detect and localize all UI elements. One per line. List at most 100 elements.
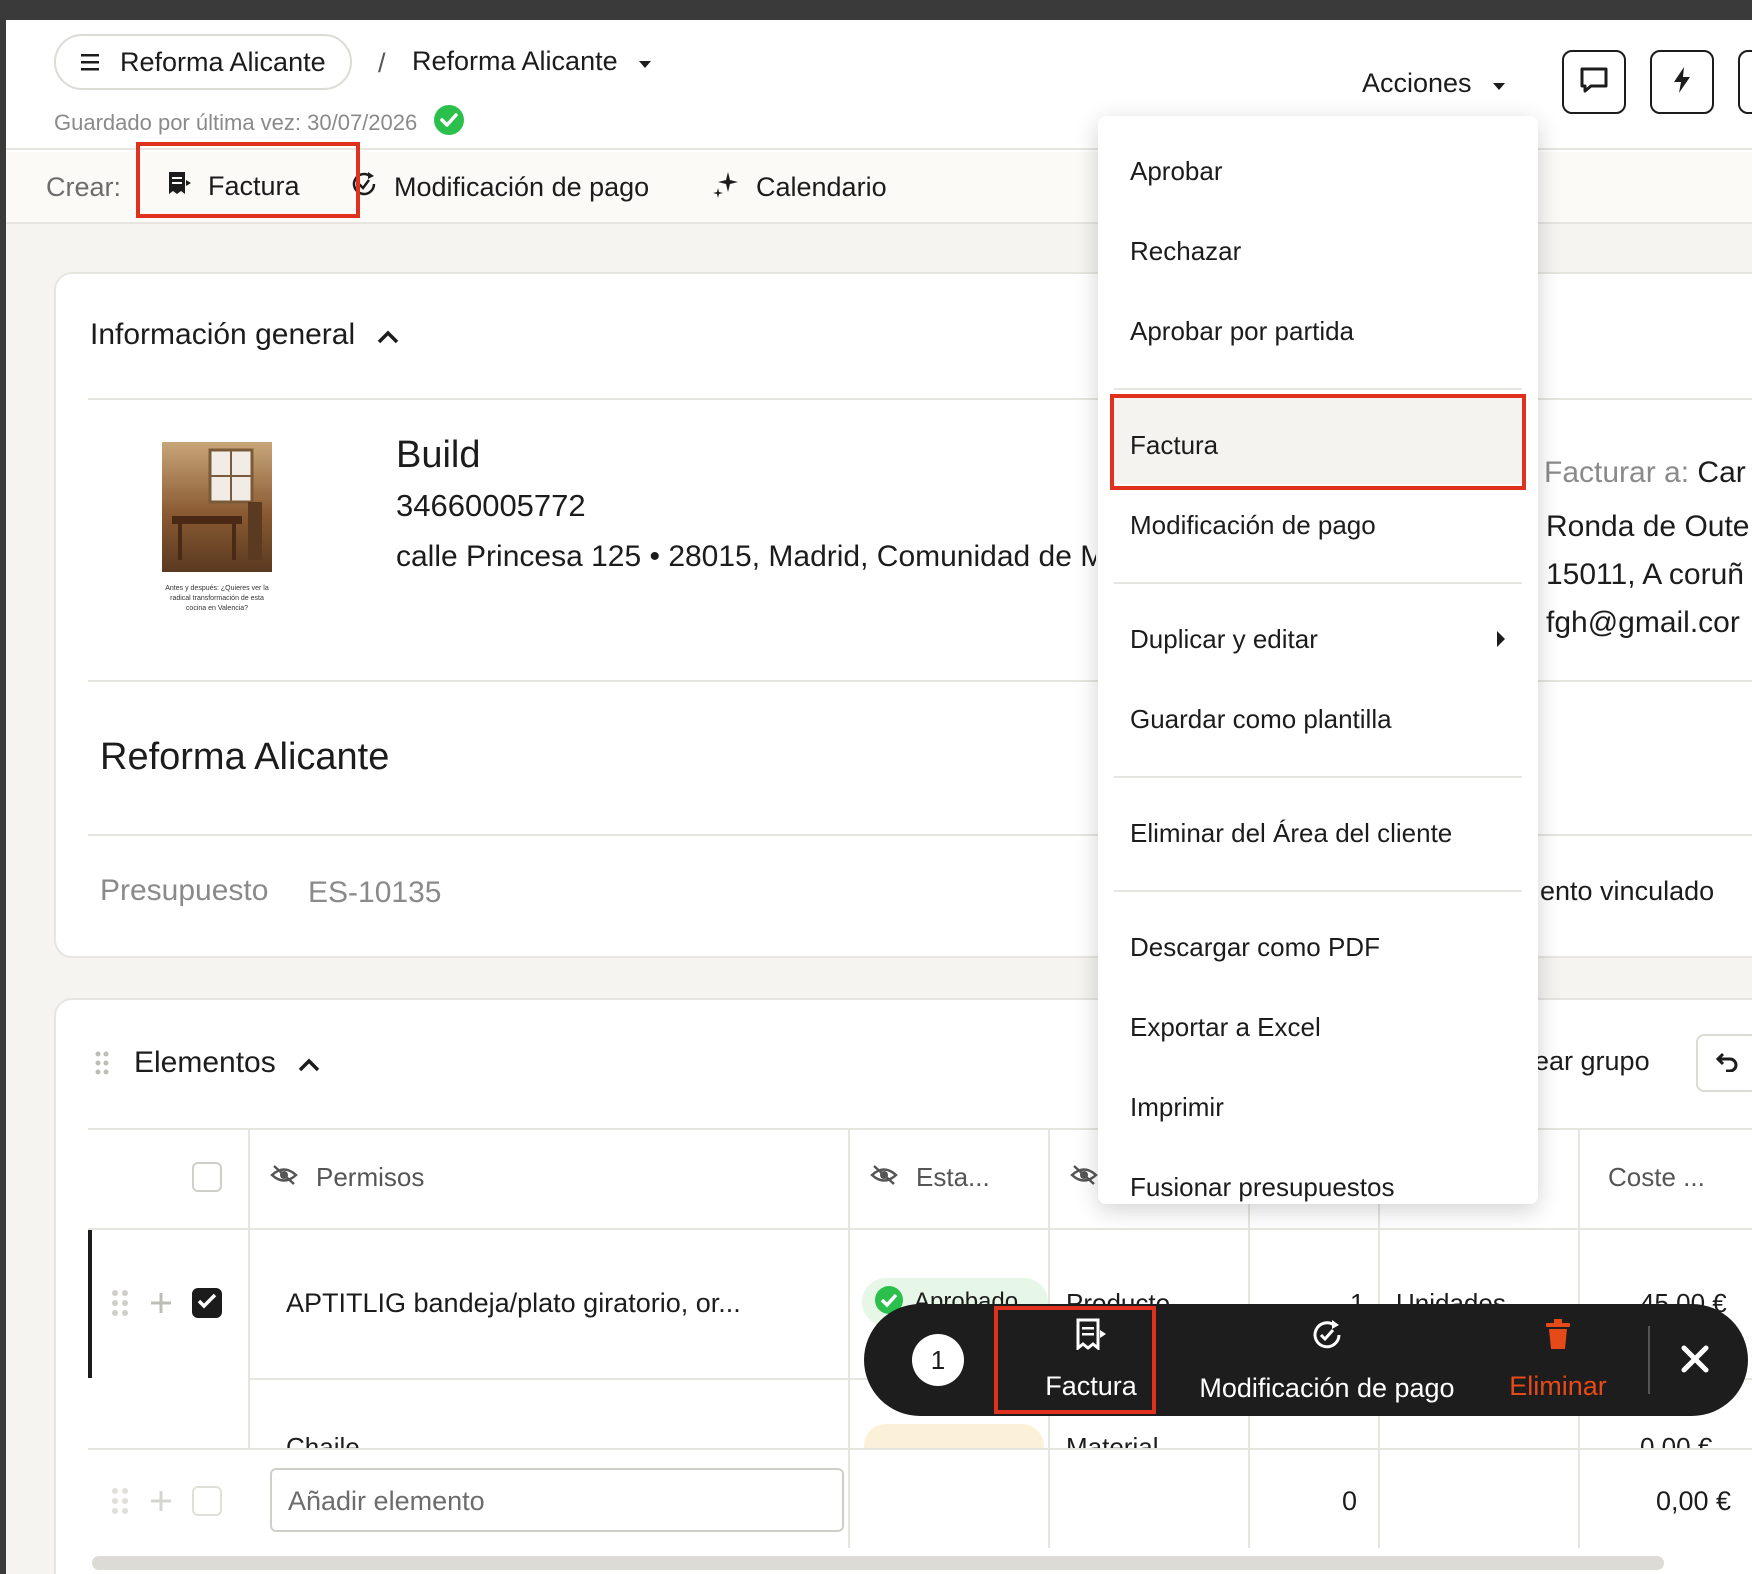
project-menu-label: Reforma Alicante — [120, 46, 326, 77]
column-header-estado[interactable]: Esta... — [870, 1162, 990, 1193]
window-top-strip — [0, 0, 1752, 20]
create-modificacion-button[interactable]: Modificación de pago — [350, 170, 649, 205]
close-icon[interactable] — [1680, 1344, 1710, 1379]
check-circle-icon — [433, 104, 465, 142]
project-title: Reforma Alicante — [100, 736, 390, 778]
breadcrumb-project-label: Reforma Alicante — [412, 46, 618, 76]
select-all-checkbox[interactable] — [192, 1162, 222, 1192]
column-divider — [1048, 1448, 1050, 1548]
menu-divider — [1114, 776, 1522, 778]
action-eliminar-button[interactable]: Eliminar — [1488, 1318, 1628, 1402]
acciones-menu: Aprobar Rechazar Aprobar por partida Fac… — [1098, 116, 1538, 1204]
elements-header[interactable]: Elementos — [134, 1046, 320, 1080]
client-phone: 34660005772 — [396, 488, 586, 523]
save-status: Guardado por última vez: 30/07/2026 — [54, 104, 465, 142]
client-name: Build — [396, 434, 481, 476]
menu-item-exportar-excel[interactable]: Exportar a Excel — [1130, 1012, 1321, 1043]
horizontal-scrollbar[interactable] — [92, 1556, 1664, 1570]
row-selected-indicator — [88, 1230, 92, 1378]
add-row-qty: 0 — [1342, 1486, 1358, 1516]
column-header-tipo[interactable] — [1070, 1162, 1098, 1193]
caret-down-icon — [1492, 68, 1506, 99]
refresh-check-icon — [1310, 1318, 1344, 1359]
automation-button[interactable] — [1650, 50, 1714, 114]
general-info-header[interactable]: Información general — [90, 318, 399, 352]
row-item-name[interactable]: APTITLIG bandeja/plato giratorio, or... — [286, 1288, 741, 1319]
menu-divider — [1114, 890, 1522, 892]
create-group-button[interactable]: ear grupo — [1534, 1046, 1650, 1077]
eye-off-icon — [870, 1162, 898, 1193]
create-calendario-label: Calendario — [756, 172, 887, 202]
action-bar-separator — [1648, 1326, 1650, 1394]
column-divider — [1578, 1448, 1580, 1548]
create-calendario-button[interactable]: Calendario — [712, 170, 887, 205]
project-thumbnail[interactable]: Antes y después: ¿Quieres ver la radical… — [162, 442, 272, 622]
hamburger-icon — [80, 47, 102, 78]
bill-to-email: fgh@gmail.cor — [1546, 606, 1740, 639]
menu-item-guardar-plantilla[interactable]: Guardar como plantilla — [1130, 704, 1392, 735]
acciones-label: Acciones — [1362, 68, 1472, 98]
menu-item-modificacion-pago[interactable]: Modificación de pago — [1130, 510, 1376, 541]
column-header-coste[interactable]: Coste ... — [1608, 1162, 1705, 1193]
bill-to-name: Car — [1697, 456, 1746, 489]
plus-icon[interactable] — [150, 1490, 172, 1517]
chevron-up-icon — [298, 1046, 320, 1080]
drag-handle-icon[interactable] — [94, 1050, 110, 1081]
selected-count: 1 — [912, 1334, 964, 1386]
menu-item-duplicar[interactable]: Duplicar y editar — [1130, 624, 1506, 655]
menu-item-eliminar-area[interactable]: Eliminar del Área del cliente — [1130, 818, 1452, 849]
drag-handle-icon[interactable] — [110, 1288, 130, 1323]
bill-to-line1: Ronda de Oute — [1546, 510, 1750, 543]
bill-to-line2: 15011, A coruñ — [1546, 558, 1744, 591]
breadcrumb-project[interactable]: Reforma Alicante — [412, 46, 652, 77]
create-label: Crear: — [46, 172, 122, 202]
client-address: calle Princesa 125 • 28015, Madrid, Comu… — [396, 540, 1096, 573]
action-modificacion-label: Modificación de pago — [1199, 1373, 1455, 1403]
elements-title: Elementos — [134, 1046, 276, 1079]
undo-button[interactable] — [1696, 1034, 1752, 1092]
menu-item-descargar-pdf[interactable]: Descargar como PDF — [1130, 932, 1380, 963]
eye-off-icon — [270, 1162, 298, 1193]
column-header-estado-label: Esta... — [916, 1162, 990, 1192]
row-checkbox[interactable] — [192, 1288, 222, 1318]
column-divider — [848, 1448, 850, 1548]
trash-icon — [1544, 1318, 1572, 1357]
highlight-box-action-factura — [994, 1306, 1156, 1414]
comment-icon — [1579, 66, 1609, 99]
table-header-border — [88, 1228, 1752, 1230]
add-element-input[interactable]: Añadir elemento — [270, 1468, 844, 1532]
menu-item-fusionar[interactable]: Fusionar presupuestos — [1130, 1172, 1394, 1203]
caret-down-icon — [638, 46, 652, 77]
comment-button[interactable] — [1562, 50, 1626, 114]
linked-document[interactable]: ento vinculado — [1540, 876, 1714, 907]
column-divider — [1248, 1448, 1250, 1548]
menu-item-imprimir[interactable]: Imprimir — [1130, 1092, 1224, 1123]
column-header-permisos-label: Permisos — [316, 1162, 425, 1192]
action-modificacion-button[interactable]: Modificación de pago — [1182, 1318, 1472, 1404]
chevron-up-icon — [377, 318, 399, 352]
highlight-box-menu-factura — [1110, 394, 1526, 490]
undo-icon — [1715, 1050, 1739, 1077]
window-left-strip — [0, 0, 6, 1574]
menu-item-rechazar[interactable]: Rechazar — [1130, 236, 1241, 267]
acciones-dropdown[interactable]: Acciones — [1362, 68, 1506, 99]
column-header-permisos[interactable]: Permisos — [270, 1162, 424, 1193]
highlight-box-create-factura — [136, 142, 360, 218]
plus-icon[interactable] — [150, 1292, 172, 1319]
save-status-text: Guardado por última vez: 30/07/2026 — [54, 110, 418, 135]
action-eliminar-label: Eliminar — [1509, 1371, 1607, 1401]
bill-to-label: Facturar a: Car — [1544, 456, 1746, 490]
menu-divider — [1114, 388, 1522, 390]
menu-item-aprobar-partida[interactable]: Aprobar por partida — [1130, 316, 1354, 347]
thumbnail-photo — [162, 442, 272, 572]
column-divider — [1378, 1448, 1380, 1548]
project-menu-pill[interactable]: Reforma Alicante — [54, 34, 352, 90]
add-row-cost: 0,00 € — [1656, 1486, 1732, 1516]
row-checkbox[interactable] — [192, 1486, 222, 1516]
budget-value: ES-10135 — [308, 876, 442, 909]
drag-handle-icon — [110, 1486, 130, 1521]
eye-off-icon — [1070, 1162, 1098, 1193]
menu-item-aprobar[interactable]: Aprobar — [1130, 156, 1223, 187]
thumbnail-caption: Antes y después: ¿Quieres ver la radical… — [165, 585, 269, 612]
more-button[interactable] — [1738, 50, 1752, 114]
